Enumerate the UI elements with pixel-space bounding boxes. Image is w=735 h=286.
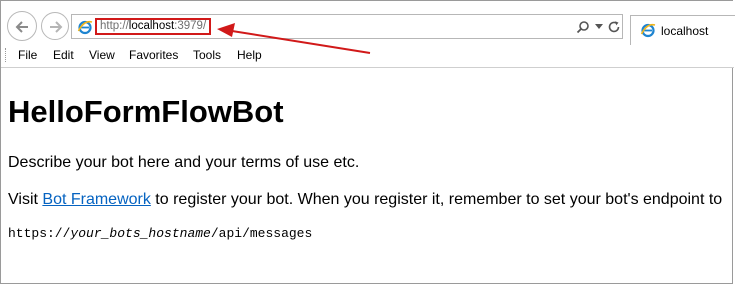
bot-framework-link[interactable]: Bot Framework: [42, 191, 150, 208]
page-title: HelloFormFlowBot: [8, 94, 284, 129]
endpoint-scheme: https://: [8, 226, 71, 241]
visit-prefix: Visit: [8, 191, 43, 208]
page-content: HelloFormFlowBot Describe your bot here …: [8, 67, 735, 283]
description-text: Describe your bot here and your terms of…: [8, 154, 360, 171]
visit-paragraph: Visit Bot Framework to register your bot…: [8, 191, 722, 209]
visit-suffix: to register your bot. When you register …: [150, 191, 723, 208]
endpoint-code: https://your_bots_hostname/api/messages: [8, 226, 312, 241]
endpoint-path: /api/messages: [210, 226, 313, 241]
endpoint-host: your_bots_hostname: [70, 226, 211, 241]
